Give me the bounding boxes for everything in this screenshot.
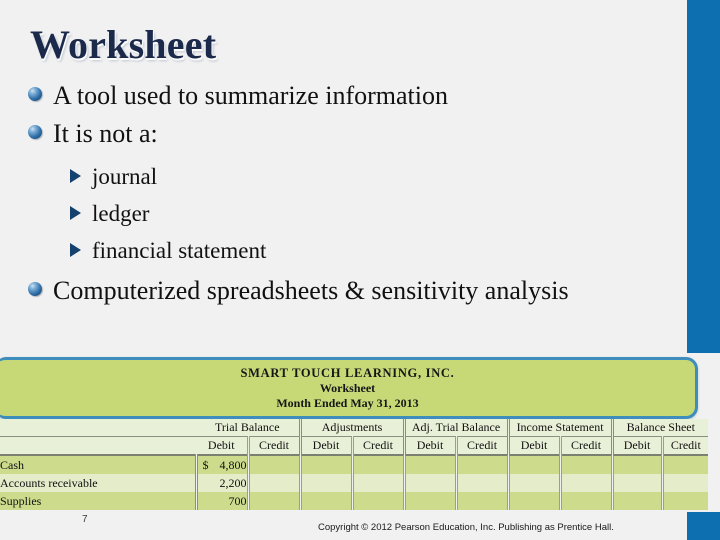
sphere-bullet-icon — [28, 125, 42, 139]
triangle-bullet-icon — [70, 243, 81, 257]
sub-list-item: journal — [70, 158, 668, 195]
copyright-notice: Copyright © 2012 Pearson Education, Inc.… — [318, 522, 614, 533]
subheader-atb-credit: Credit — [456, 436, 510, 456]
list-item: It is not a: — [28, 116, 668, 152]
triangle-bullet-icon — [70, 169, 81, 183]
bullet-label: A tool used to summarize information — [53, 81, 448, 110]
row-account-name: Cash — [0, 455, 198, 474]
sub-bullet-list: journal ledger financial statement — [70, 158, 668, 269]
account-column-header — [0, 419, 196, 437]
page-number: 7 — [82, 514, 88, 525]
cell-bs-debit — [612, 474, 664, 492]
sub-bullet-label: financial statement — [92, 238, 267, 263]
group-header-trial-balance: Trial Balance — [196, 419, 302, 437]
cell-adj-debit — [300, 492, 354, 510]
right-accent-bar-bottom — [687, 512, 720, 540]
cell-tb-credit — [248, 492, 302, 510]
list-item: Computerized spreadsheets & sensitivity … — [28, 273, 668, 309]
bullet-label: Computerized spreadsheets & sensitivity … — [53, 276, 569, 305]
subheader-is-credit: Credit — [560, 436, 614, 456]
cell-is-debit — [508, 492, 562, 510]
subheader-atb-debit: Debit — [404, 436, 458, 456]
cell-value: 700 — [228, 493, 247, 508]
cell-is-credit — [560, 492, 614, 510]
cell-adj-debit — [300, 455, 354, 474]
sub-list-item: financial statement — [70, 232, 668, 269]
cell-is-credit — [560, 474, 614, 492]
bullet-list: A tool used to summarize information It … — [28, 78, 668, 311]
account-subcolumn-header — [0, 436, 196, 456]
group-header-adjustments: Adjustments — [300, 419, 406, 437]
exhibit-doc-title: Worksheet — [319, 381, 376, 395]
cell-adj-debit — [300, 474, 354, 492]
cell-is-debit — [508, 474, 562, 492]
sphere-bullet-icon — [28, 87, 42, 101]
group-header-income-statement: Income Statement — [508, 419, 614, 437]
subheader-adj-credit: Credit — [352, 436, 406, 456]
cell-atb-credit — [456, 474, 510, 492]
row-account-name: Supplies — [0, 492, 198, 510]
cell-is-debit — [508, 455, 562, 474]
cell-tb-debit: $4,800 — [196, 455, 250, 474]
table-subheader-row: Debit Credit Debit Credit Debit Credit D… — [0, 436, 709, 456]
list-item: A tool used to summarize information — [28, 78, 668, 114]
cell-value: 2,200 — [219, 475, 247, 490]
subheader-tb-debit: Debit — [196, 436, 250, 456]
cell-bs-credit — [662, 492, 709, 510]
cell-adj-credit — [352, 492, 406, 510]
cell-adj-credit — [352, 455, 406, 474]
cell-atb-debit — [404, 492, 458, 510]
cell-bs-credit — [662, 474, 709, 492]
cell-bs-debit — [612, 492, 664, 510]
table-row: Supplies 700 — [0, 492, 709, 510]
right-accent-bar-top — [687, 0, 720, 353]
cell-atb-debit — [404, 474, 458, 492]
sub-bullet-label: journal — [92, 164, 158, 189]
cell-is-credit — [560, 455, 614, 474]
sub-list-item: ledger — [70, 195, 668, 232]
subheader-tb-credit: Credit — [248, 436, 302, 456]
exhibit-period: Month Ended May 31, 2013 — [276, 396, 419, 410]
cell-value: 4,800 — [219, 457, 247, 472]
sub-bullet-label: ledger — [92, 201, 150, 226]
table-row: Cash $4,800 — [0, 455, 709, 474]
subheader-bs-debit: Debit — [612, 436, 664, 456]
worksheet-table: Trial Balance Adjustments Adj. Trial Bal… — [0, 419, 709, 510]
group-header-balance-sheet: Balance Sheet — [612, 419, 709, 437]
cell-tb-debit: 700 — [196, 492, 250, 510]
bullet-label: It is not a: — [53, 119, 158, 148]
subheader-adj-debit: Debit — [300, 436, 354, 456]
cell-atb-credit — [456, 492, 510, 510]
worksheet-exhibit: SMART TOUCH LEARNING, INC. Worksheet Mon… — [0, 357, 709, 510]
group-header-adj-trial-balance: Adj. Trial Balance — [404, 419, 510, 437]
cell-atb-credit — [456, 455, 510, 474]
cell-tb-credit — [248, 455, 302, 474]
subheader-bs-credit: Credit — [662, 436, 709, 456]
sphere-bullet-icon — [28, 282, 42, 296]
subheader-is-debit: Debit — [508, 436, 562, 456]
cell-bs-debit — [612, 455, 664, 474]
row-account-name: Accounts receivable — [0, 474, 198, 492]
cell-bs-credit — [662, 455, 709, 474]
table-row: Accounts receivable 2,200 — [0, 474, 709, 492]
table-group-header-row: Trial Balance Adjustments Adj. Trial Bal… — [0, 419, 709, 437]
cell-tb-debit: 2,200 — [196, 474, 250, 492]
cell-adj-credit — [352, 474, 406, 492]
triangle-bullet-icon — [70, 206, 81, 220]
cell-atb-debit — [404, 455, 458, 474]
page-title: Worksheet — [30, 22, 217, 67]
cell-tb-credit — [248, 474, 302, 492]
currency-symbol: $ — [202, 457, 209, 472]
exhibit-company-name: SMART TOUCH LEARNING, INC. — [240, 366, 455, 380]
exhibit-header-box: SMART TOUCH LEARNING, INC. Worksheet Mon… — [0, 357, 698, 419]
